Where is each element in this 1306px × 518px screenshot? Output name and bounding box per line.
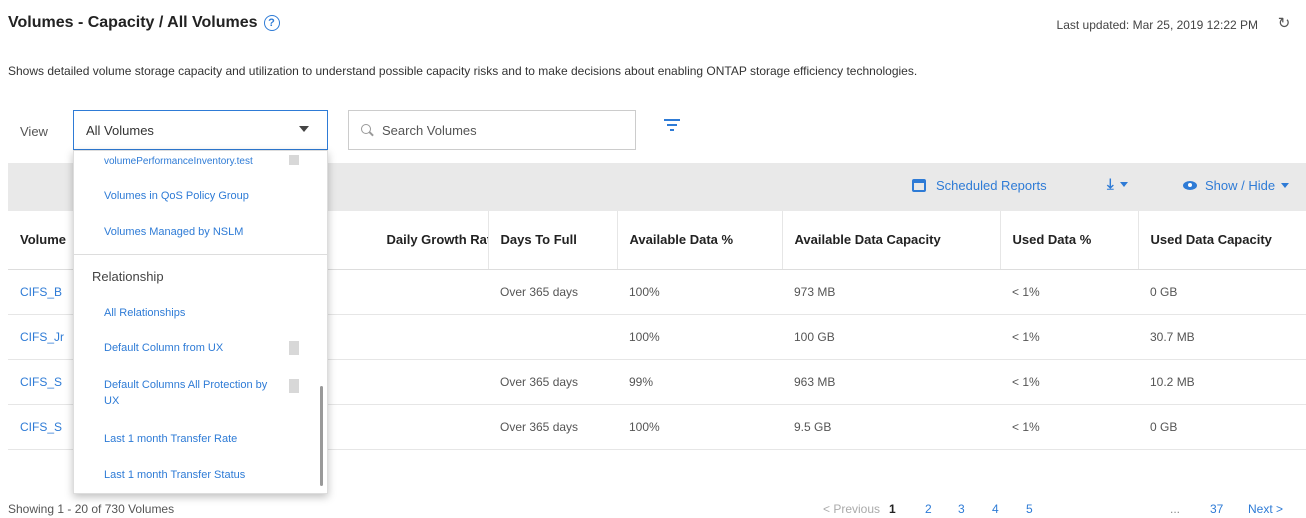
table-cell: 100% — [617, 314, 782, 360]
page-description: Shows detailed volume storage capacity a… — [8, 64, 918, 78]
pagination-page[interactable]: 4 — [992, 502, 999, 516]
download-icon: ⤓ — [1107, 176, 1114, 193]
dropdown-option[interactable]: Volumes Managed by NSLM — [104, 224, 284, 240]
table-cell: 30.7 MB — [1138, 314, 1306, 360]
header: Volumes - Capacity / All Volumes ? Last … — [8, 14, 1298, 36]
last-updated: Last updated: Mar 25, 2019 12:22 PM — [1056, 18, 1258, 32]
table-cell: 0 GB — [1138, 404, 1306, 450]
table-cell: 973 MB — [782, 269, 1000, 315]
dropdown-option[interactable]: Last 1 month Transfer Rate — [104, 431, 284, 447]
view-dropdown-menu: volumePerformanceInventory.test Volumes … — [73, 150, 328, 494]
pagination-previous[interactable]: < Previous — [823, 502, 880, 516]
dropdown-option[interactable]: Last 1 month Transfer Status — [104, 467, 284, 483]
table-cell: < 1% — [1000, 314, 1138, 360]
dropdown-option-marker — [289, 379, 299, 393]
table-cell: Over 365 days — [488, 359, 617, 405]
pagination-summary: Showing 1 - 20 of 730 Volumes — [8, 502, 175, 516]
pagination-page[interactable]: 3 — [958, 502, 965, 516]
show-hide-label: Show / Hide — [1205, 178, 1276, 193]
view-select[interactable]: All Volumes — [73, 110, 328, 150]
dropdown-option[interactable]: volumePerformanceInventory.test — [104, 154, 284, 170]
table-cell: 100 GB — [782, 314, 1000, 360]
table-cell: < 1% — [1000, 269, 1138, 315]
show-hide-button[interactable]: Show / Hide — [1183, 178, 1290, 193]
view-label: View — [20, 124, 48, 139]
pagination-page[interactable]: 1 — [889, 502, 896, 516]
dropdown-option-marker — [289, 341, 299, 355]
eye-icon — [1183, 181, 1197, 190]
pagination-page[interactable]: 5 — [1026, 502, 1033, 516]
dropdown-option[interactable]: Default Columns All Protection by UX — [104, 377, 274, 409]
page-title: Volumes - Capacity / All Volumes ? — [8, 14, 280, 32]
pagination-ellipsis: ... — [1170, 502, 1181, 516]
filter-icon[interactable] — [664, 119, 680, 133]
table-cell: 99% — [617, 359, 782, 405]
help-icon[interactable]: ? — [263, 15, 280, 31]
column-header-days-to-full[interactable]: Days To Full — [488, 211, 618, 270]
download-button[interactable]: ⤓ — [1107, 176, 1128, 193]
chevron-down-icon — [1281, 183, 1290, 188]
dropdown-option[interactable]: All Relationships — [104, 305, 284, 321]
table-cell: 100% — [617, 404, 782, 450]
scheduled-reports-label: Scheduled Reports — [936, 178, 1047, 193]
search-icon — [361, 123, 374, 137]
dropdown-scrollbar[interactable] — [320, 386, 323, 486]
pagination-page[interactable]: 2 — [925, 502, 932, 516]
table-cell: < 1% — [1000, 404, 1138, 450]
dropdown-option[interactable]: Default Column from UX — [104, 340, 284, 356]
view-select-value: All Volumes — [86, 122, 154, 138]
calendar-icon — [912, 179, 926, 192]
pagination-next[interactable]: Next > — [1248, 502, 1283, 516]
table-cell: < 1% — [1000, 359, 1138, 405]
table-cell: Over 365 days — [488, 269, 617, 315]
column-header-used-data-capacity[interactable]: Used Data Capacity — [1138, 211, 1306, 270]
table-cell: 10.2 MB — [1138, 359, 1306, 405]
table-cell — [488, 314, 617, 360]
table-cell: 0 GB — [1138, 269, 1306, 315]
dropdown-option-marker — [289, 155, 299, 165]
page-title-text: Volumes - Capacity / All Volumes — [8, 14, 258, 31]
search-input[interactable]: Search Volumes — [348, 110, 636, 150]
pagination-page[interactable]: 37 — [1210, 502, 1223, 516]
table-cell: Over 365 days — [488, 404, 617, 450]
dropdown-option[interactable]: Volumes in QoS Policy Group — [104, 188, 284, 204]
search-placeholder: Search Volumes — [382, 122, 477, 138]
table-cell: 9.5 GB — [782, 404, 1000, 450]
table-cell: 100% — [617, 269, 782, 315]
table-cell: 963 MB — [782, 359, 1000, 405]
refresh-icon[interactable]: ↻ — [1276, 16, 1292, 32]
column-header-available-data-capacity[interactable]: Available Data Capacity — [782, 211, 1001, 270]
chevron-down-icon — [299, 126, 309, 132]
dropdown-group-label: Relationship — [92, 269, 164, 284]
chevron-down-icon — [1119, 182, 1128, 187]
scheduled-reports-button[interactable]: Scheduled Reports — [912, 178, 1047, 193]
column-header-available-data-pct[interactable]: Available Data % — [617, 211, 783, 270]
column-header-used-data-pct[interactable]: Used Data % — [1000, 211, 1139, 270]
dropdown-divider — [74, 254, 327, 255]
